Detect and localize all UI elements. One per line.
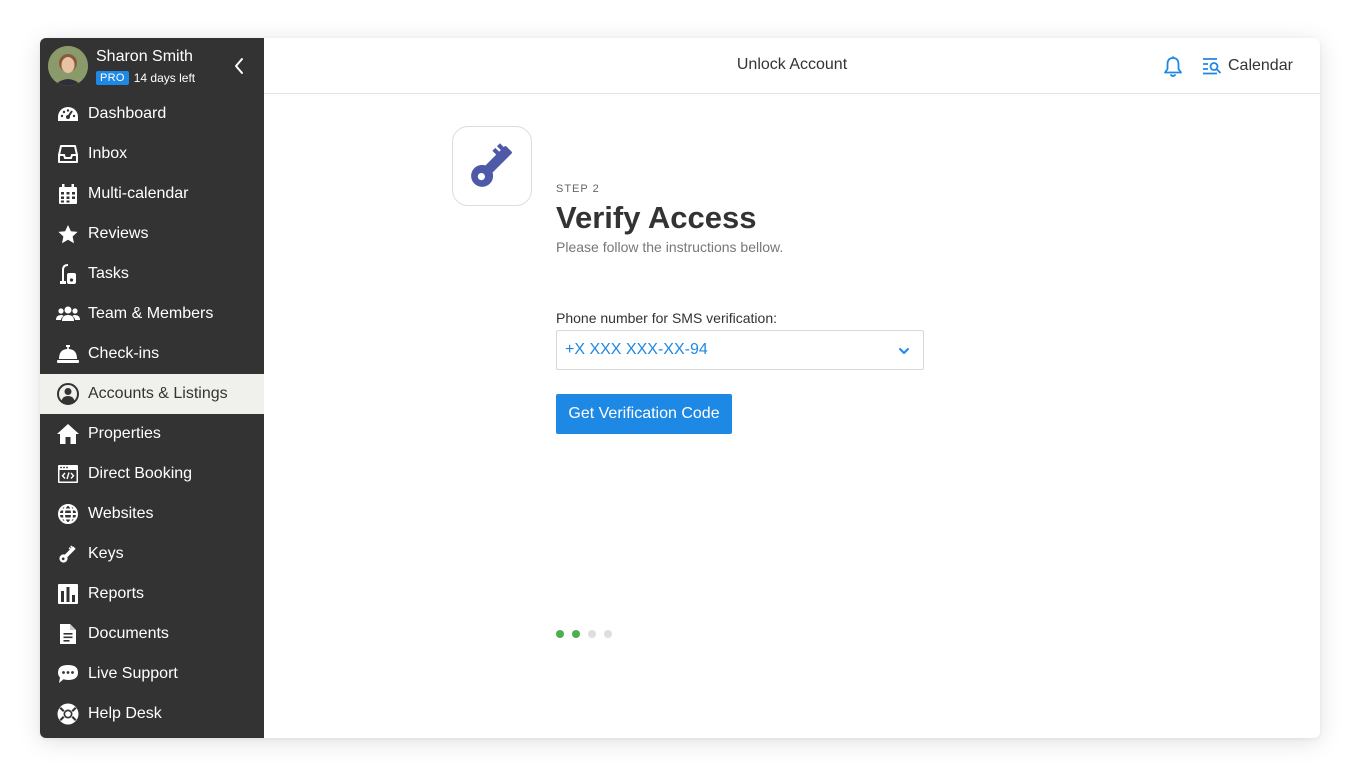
vacuum-icon xyxy=(56,263,80,285)
lifebuoy-icon xyxy=(56,703,80,725)
inbox-icon xyxy=(56,143,80,165)
sidebar-item-tasks[interactable]: Tasks xyxy=(40,254,264,294)
home-icon xyxy=(56,423,80,445)
phone-number-value: +X XXX XXX-XX-94 xyxy=(565,341,708,358)
profile-header: Sharon Smith PRO 14 days left xyxy=(40,38,264,94)
sidebar-item-documents[interactable]: Documents xyxy=(40,614,264,654)
plan-row: PRO 14 days left xyxy=(96,70,195,86)
sidebar-item-live-support[interactable]: Live Support xyxy=(40,654,264,694)
sidebar-item-label: Reviews xyxy=(88,225,149,242)
code-window-icon xyxy=(56,463,80,485)
sidebar-item-accounts-listings[interactable]: Accounts & Listings xyxy=(40,374,264,414)
sidebar-item-dashboard[interactable]: Dashboard xyxy=(40,94,264,134)
chat-bubble-icon xyxy=(56,663,80,685)
sidebar-item-label: Reports xyxy=(88,585,145,602)
sidebar-item-label: Tasks xyxy=(88,265,129,282)
step-progress-indicator xyxy=(556,630,620,638)
globe-icon xyxy=(56,503,80,525)
pro-badge: PRO xyxy=(96,71,129,85)
concierge-bell-icon xyxy=(56,343,80,365)
sidebar-item-label: Team & Members xyxy=(88,305,214,322)
phone-number-select[interactable]: +X XXX XXX-XX-94 xyxy=(556,330,924,370)
star-icon xyxy=(56,223,80,245)
sidebar-item-label: Inbox xyxy=(88,145,128,162)
gauge-icon xyxy=(56,103,80,125)
progress-dot xyxy=(572,630,580,638)
calendar-search-icon xyxy=(1203,58,1222,75)
app-window: Sharon Smith PRO 14 days left Dashboard … xyxy=(40,38,1320,738)
sidebar-item-websites[interactable]: Websites xyxy=(40,494,264,534)
sidebar: Sharon Smith PRO 14 days left Dashboard … xyxy=(40,38,264,738)
sidebar-item-label: Keys xyxy=(88,545,124,562)
sidebar-item-label: Properties xyxy=(88,425,161,442)
key-icon xyxy=(56,543,80,565)
step-label: STEP 2 xyxy=(556,183,600,195)
document-icon xyxy=(56,623,80,645)
user-circle-icon xyxy=(56,383,80,405)
sidebar-item-label: Multi-calendar xyxy=(88,185,189,202)
phone-field-label: Phone number for SMS verification: xyxy=(556,310,777,326)
progress-dot xyxy=(556,630,564,638)
chevron-left-icon xyxy=(235,58,243,74)
sidebar-item-label: Help Desk xyxy=(88,705,162,722)
progress-dot xyxy=(604,630,612,638)
sidebar-item-multi-calendar[interactable]: Multi-calendar xyxy=(40,174,264,214)
chevron-down-icon xyxy=(899,348,909,354)
bell-icon xyxy=(1164,56,1182,77)
sidebar-item-properties[interactable]: Properties xyxy=(40,414,264,454)
top-bar: Unlock Account Calendar xyxy=(264,38,1320,94)
profile-name: Sharon Smith xyxy=(96,48,193,65)
main-panel: Unlock Account Calendar STEP 2 Verify Ac… xyxy=(264,38,1320,738)
sidebar-item-label: Direct Booking xyxy=(88,465,193,482)
sidebar-item-keys[interactable]: Keys xyxy=(40,534,264,574)
step-icon-tile xyxy=(452,126,532,206)
avatar[interactable] xyxy=(48,46,88,86)
bar-chart-icon xyxy=(56,583,80,605)
get-verification-code-button[interactable]: Get Verification Code xyxy=(556,394,732,434)
sidebar-item-check-ins[interactable]: Check-ins xyxy=(40,334,264,374)
sidebar-item-label: Accounts & Listings xyxy=(88,385,228,402)
calendar-label: Calendar xyxy=(1228,57,1293,74)
calendar-grid-icon xyxy=(56,183,80,205)
sidebar-item-label: Dashboard xyxy=(88,105,167,122)
trial-remaining: 14 days left xyxy=(133,71,196,85)
progress-dot xyxy=(588,630,596,638)
sidebar-item-help-desk[interactable]: Help Desk xyxy=(40,694,264,734)
sidebar-item-label: Live Support xyxy=(88,665,178,682)
step-heading: Verify Access xyxy=(556,200,757,235)
collapse-sidebar-button[interactable] xyxy=(228,54,250,78)
sidebar-item-team-members[interactable]: Team & Members xyxy=(40,294,264,334)
calendar-button[interactable]: Calendar xyxy=(1202,54,1293,78)
sidebar-item-reviews[interactable]: Reviews xyxy=(40,214,264,254)
key-icon xyxy=(471,143,512,187)
sidebar-item-inbox[interactable]: Inbox xyxy=(40,134,264,174)
users-icon xyxy=(56,303,80,325)
sidebar-item-label: Documents xyxy=(88,625,169,642)
notifications-button[interactable] xyxy=(1162,56,1184,78)
sidebar-item-label: Check-ins xyxy=(88,345,160,362)
sidebar-item-label: Websites xyxy=(88,505,154,522)
step-subheading: Please follow the instructions bellow. xyxy=(556,239,784,255)
sidebar-item-reports[interactable]: Reports xyxy=(40,574,264,614)
sidebar-item-direct-booking[interactable]: Direct Booking xyxy=(40,454,264,494)
